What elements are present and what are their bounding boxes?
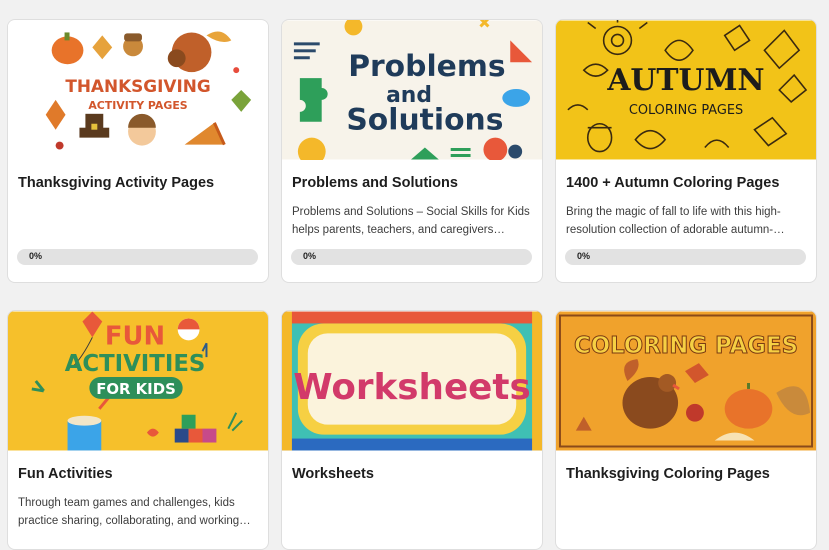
thanksgiving-activity-illustration: THANKSGIVING ACTIVITY PAGES (8, 20, 268, 160)
card-description: Bring the magic of fall to life with thi… (566, 206, 785, 236)
thumb-line1: Worksheets (293, 367, 531, 408)
course-card[interactable]: Worksheets Worksheets (281, 310, 543, 550)
thumb-line2: COLORING PAGES (629, 103, 743, 118)
card-thumbnail[interactable]: THANKSGIVING ACTIVITY PAGES (8, 20, 268, 160)
card-title[interactable]: Worksheets (292, 466, 532, 482)
course-card[interactable]: FUN ACTIVITIES FOR KIDS Fun Activities T… (7, 310, 269, 550)
course-card[interactable]: COLORING PAGES Thanksgiving Coloring Pag… (555, 310, 817, 550)
card-thumbnail[interactable]: FUN ACTIVITIES FOR KIDS (8, 311, 268, 451)
course-card[interactable]: Problems and Solutions Problems and Solu… (281, 19, 543, 283)
card-thumbnail[interactable]: Worksheets (282, 311, 542, 451)
card-title[interactable]: Thanksgiving Coloring Pages (566, 466, 806, 482)
card-title[interactable]: 1400 + Autumn Coloring Pages (566, 175, 806, 191)
worksheets-illustration: Worksheets (282, 311, 542, 451)
thumb-line1: AUTUMN (606, 63, 764, 98)
thumb-line1: THANKSGIVING (65, 76, 210, 96)
card-description: Problems and Solutions – Social Skills f… (292, 206, 530, 236)
card-title[interactable]: Fun Activities (18, 466, 258, 482)
card-title[interactable]: Problems and Solutions (292, 175, 532, 191)
card-title[interactable]: Thanksgiving Activity Pages (18, 175, 258, 191)
thumb-line1: COLORING PAGES (574, 333, 798, 359)
card-description (18, 203, 256, 239)
card-description (566, 494, 804, 530)
problems-solutions-illustration: Problems and Solutions (282, 20, 542, 160)
fun-activities-illustration: FUN ACTIVITIES FOR KIDS (8, 311, 268, 451)
thumb-line3: Solutions (346, 103, 503, 138)
card-thumbnail[interactable]: COLORING PAGES (556, 311, 816, 451)
autumn-coloring-illustration: AUTUMN COLORING PAGES (556, 20, 816, 160)
progress-bar: 0% (17, 249, 258, 265)
course-grid: THANKSGIVING ACTIVITY PAGES Thanksgiving… (0, 0, 829, 550)
thumb-line2: ACTIVITY PAGES (88, 99, 187, 112)
thumb-line1: Problems (348, 49, 505, 84)
thumb-line1: FUN (105, 321, 165, 351)
card-description (292, 494, 530, 530)
progress-bar: 0% (565, 249, 806, 265)
card-thumbnail[interactable]: AUTUMN COLORING PAGES (556, 20, 816, 160)
progress-label: 0% (303, 251, 317, 261)
thumb-line2: ACTIVITIES (65, 351, 206, 377)
progress-label: 0% (577, 251, 591, 261)
course-card[interactable]: THANKSGIVING ACTIVITY PAGES Thanksgiving… (7, 19, 269, 283)
course-card[interactable]: AUTUMN COLORING PAGES 1400 + Autumn Colo… (555, 19, 817, 283)
card-description: Through team games and challenges, kids … (18, 497, 251, 527)
thanksgiving-coloring-illustration: COLORING PAGES (556, 311, 816, 451)
progress-label: 0% (29, 251, 43, 261)
card-thumbnail[interactable]: Problems and Solutions (282, 20, 542, 160)
thumb-line3: FOR KIDS (96, 380, 176, 398)
progress-bar: 0% (291, 249, 532, 265)
